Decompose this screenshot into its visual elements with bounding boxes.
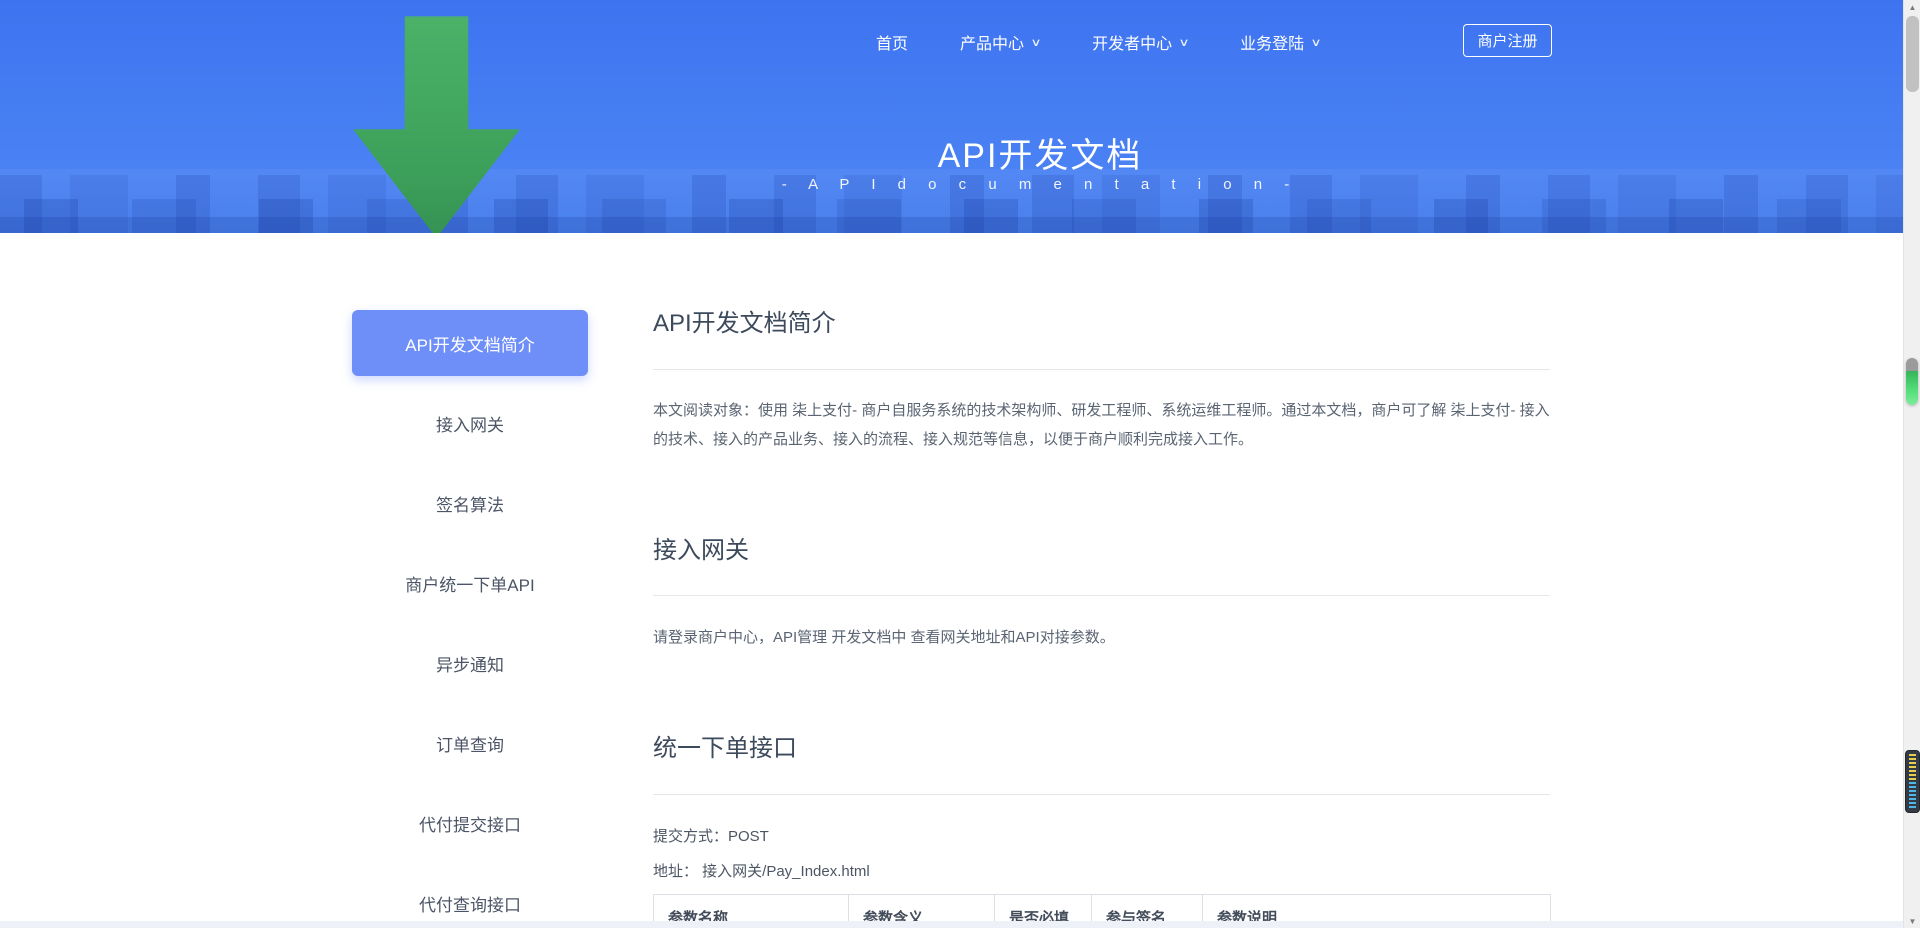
section-title-intro: API开发文档简介 — [653, 303, 1550, 338]
sidebar-item-unified-order-api[interactable]: 商户统一下单API — [352, 550, 588, 616]
sidebar-item-signature-algorithm[interactable]: 签名算法 — [352, 470, 588, 536]
section-divider — [653, 794, 1550, 795]
nav-item-developer-center-label: 开发者中心 — [1092, 30, 1172, 54]
scroll-striped-indicator[interactable] — [1905, 750, 1920, 813]
scroll-up-arrow-icon[interactable]: ▲ — [1904, 0, 1920, 14]
nav-item-developer-center[interactable]: 开发者中心 ∨ — [1066, 30, 1214, 54]
scroll-green-indicator[interactable] — [1906, 358, 1918, 405]
section-title-unified-order: 统一下单接口 — [653, 728, 1550, 763]
section-title-gateway: 接入网关 — [653, 530, 1550, 565]
doc-content: API开发文档简介 本文阅读对象：使用 柒上支付- 商户自服务系统的技术架构师、… — [653, 233, 1550, 928]
section-body-gateway: 请登录商户中心，API管理 开发文档中 查看网关地址和API对接参数。 — [653, 623, 1550, 652]
section-divider — [653, 595, 1550, 596]
sidebar-item-gateway[interactable]: 接入网关 — [352, 390, 588, 456]
scrollbar-thumb[interactable] — [1906, 16, 1919, 92]
chevron-down-icon: ∨ — [1030, 36, 1041, 49]
section-body-intro: 本文阅读对象：使用 柒上支付- 商户自服务系统的技术架构师、研发工程师、系统运维… — [653, 396, 1550, 454]
indicator-blue-stripes — [1909, 782, 1916, 808]
city-skyline-front — [0, 217, 1903, 233]
gateway-address-line: 地址： 接入网关/Pay_Index.html — [653, 860, 1550, 881]
sidebar-item-payout-query[interactable]: 代付查询接口 — [352, 870, 588, 928]
sidebar-item-api-doc-intro[interactable]: API开发文档简介 — [352, 310, 588, 376]
nav-item-products[interactable]: 产品中心 ∨ — [934, 30, 1066, 54]
top-navigation: 首页 产品中心 ∨ 开发者中心 ∨ 业务登陆 ∨ — [850, 22, 1346, 62]
submit-method-line: 提交方式：POST — [653, 825, 1550, 846]
nav-item-home-label: 首页 — [876, 30, 908, 54]
merchant-register-button[interactable]: 商户注册 — [1463, 24, 1552, 57]
indicator-fill — [1906, 371, 1918, 405]
sidebar-item-payout-submit[interactable]: 代付提交接口 — [352, 790, 588, 856]
page-title: API开发文档 — [560, 128, 1520, 177]
nav-item-business-login[interactable]: 业务登陆 ∨ — [1214, 30, 1346, 54]
section-divider — [653, 369, 1550, 370]
nav-item-home[interactable]: 首页 — [850, 30, 934, 54]
chevron-down-icon: ∨ — [1311, 36, 1322, 49]
sidebar-item-order-query[interactable]: 订单查询 — [352, 710, 588, 776]
sidebar-item-async-notify[interactable]: 异步通知 — [352, 630, 588, 696]
page-subtitle: - A P I d o c u m e n t a t i o n - — [560, 176, 1520, 193]
nav-item-business-login-label: 业务登陆 — [1240, 30, 1304, 54]
indicator-yellow-stripes — [1909, 754, 1916, 780]
doc-sidebar: API开发文档简介 接入网关 签名算法 商户统一下单API 异步通知 订单查询 … — [352, 310, 588, 928]
nav-item-products-label: 产品中心 — [960, 30, 1024, 54]
indicator-cap — [1906, 358, 1918, 371]
chevron-down-icon: ∨ — [1178, 36, 1189, 49]
footer-edge-strip — [0, 921, 1903, 928]
scroll-down-arrow-icon[interactable]: ▼ — [1904, 914, 1920, 928]
vertical-scrollbar[interactable]: ▲ ▼ — [1903, 0, 1920, 928]
hero-banner: 首页 产品中心 ∨ 开发者中心 ∨ 业务登陆 ∨ 商户注册 API开发文档 - … — [0, 0, 1903, 233]
